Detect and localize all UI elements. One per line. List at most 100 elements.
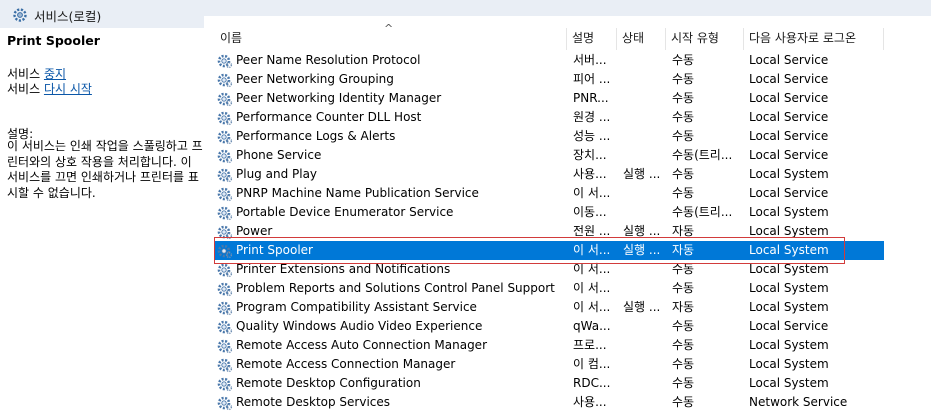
service-startup-type: 수동(트리...: [672, 148, 733, 162]
table-row[interactable]: Peer Name Resolution Protocol 서버... 수동 Loca…: [214, 51, 884, 70]
table-row[interactable]: Power 전원 ... 실행 ... 자동 Local System: [214, 222, 884, 241]
table-row[interactable]: Plug and Play 사용... 실행 ... 수동 Local System: [214, 165, 884, 184]
table-row[interactable]: Performance Logs & Alerts 성능 ... 수동 Local S…: [214, 127, 884, 146]
table-row[interactable]: Remote Access Auto Connection Manager 프로.…: [214, 336, 884, 355]
service-gear-icon: [217, 205, 233, 221]
column-startup-type[interactable]: 시작 유형: [665, 26, 743, 50]
service-name: PNRP Machine Name Publication Service: [236, 186, 479, 200]
service-gear-icon: [217, 376, 233, 392]
table-row[interactable]: Peer Networking Grouping 피어 ... 수동 Local Se…: [214, 70, 884, 89]
service-status: [623, 260, 668, 279]
service-log-on-as: Local Service: [749, 148, 829, 162]
service-name: Remote Desktop Configuration: [236, 376, 421, 390]
service-gear-icon: [217, 281, 233, 297]
service-gear-icon: [217, 110, 233, 126]
table-row[interactable]: Print Spooler 이 서... 실행 ... 자동 Local System: [214, 241, 884, 260]
service-log-on-as: Local System: [749, 243, 829, 257]
table-row[interactable]: Phone Service 장치... 수동(트리... Local Service: [214, 146, 884, 165]
service-status: 실행 ...: [623, 167, 661, 181]
service-description-cell: RDC...: [573, 376, 611, 390]
column-name[interactable]: 이름: [214, 26, 566, 50]
pane-title: 서비스(로컬): [34, 9, 102, 24]
service-startup-type: 수동: [672, 167, 695, 181]
service-log-on-as: Local System: [749, 167, 829, 181]
restart-action-line: 서비스 다시 시작: [7, 80, 92, 97]
service-gear-icon: [217, 148, 233, 164]
service-name: Remote Desktop Services: [236, 395, 391, 409]
service-name: Performance Logs & Alerts: [236, 129, 396, 143]
service-name: Plug and Play: [236, 167, 318, 181]
service-status: [623, 146, 668, 165]
service-status: 실행 ...: [623, 243, 661, 257]
service-name: Peer Networking Identity Manager: [236, 91, 442, 105]
service-gear-icon: [217, 357, 233, 373]
service-startup-type: 수동(트리...: [672, 205, 733, 219]
table-row[interactable]: Peer Networking Identity Manager PNR... 수동…: [214, 89, 884, 108]
service-startup-type: 수동: [672, 319, 695, 333]
service-status: [623, 51, 668, 70]
service-description-cell: 피어 ...: [573, 72, 611, 86]
table-row[interactable]: Portable Device Enumerator Service 이동... 수…: [214, 203, 884, 222]
table-row[interactable]: Quality Windows Audio Video Experience qW…: [214, 317, 884, 336]
selected-service-name: Print Spooler: [7, 33, 100, 48]
action-prefix: 서비스: [7, 82, 44, 96]
column-description[interactable]: 설명: [566, 26, 616, 50]
table-row[interactable]: Remote Desktop Configuration RDC... 수동 Loca…: [214, 374, 884, 393]
table-row[interactable]: Performance Counter DLL Host 원경 ... 수동 Loca…: [214, 108, 884, 127]
service-status: [623, 184, 668, 203]
service-log-on-as: Local System: [749, 205, 829, 219]
column-divider[interactable]: [883, 28, 884, 50]
table-row[interactable]: Program Compatibility Assistant Service 이…: [214, 298, 884, 317]
service-name: Print Spooler: [236, 243, 313, 257]
service-startup-type: 수동: [672, 72, 695, 86]
service-gear-icon: [217, 395, 233, 411]
service-description-cell: 사용...: [573, 167, 607, 181]
service-status: [623, 279, 668, 298]
service-gear-icon: [217, 224, 233, 240]
service-description-cell: 이 서...: [573, 262, 611, 276]
service-description-cell: 이 서...: [573, 243, 611, 257]
service-startup-type: 자동: [672, 243, 695, 257]
service-description-cell: 전원 ...: [573, 224, 611, 238]
column-log-on-as[interactable]: 다음 사용자로 로그온: [743, 26, 883, 50]
service-name: Problem Reports and Solutions Control Pa…: [236, 281, 555, 295]
service-startup-type: 수동: [672, 129, 695, 143]
table-row[interactable]: Printer Extensions and Notifications 이 서.…: [214, 260, 884, 279]
service-status: [623, 355, 668, 374]
service-description-cell: 이 컴...: [573, 357, 611, 371]
service-gear-icon: [217, 300, 233, 316]
restart-service-link[interactable]: 다시 시작: [44, 82, 92, 96]
column-header: ^ 이름 설명 상태 시작 유형 다음 사용자로 로그온: [214, 22, 884, 50]
service-description-cell: 원경 ...: [573, 110, 611, 124]
column-status[interactable]: 상태: [616, 26, 666, 50]
service-name: Program Compatibility Assistant Service: [236, 300, 477, 314]
service-status: [623, 70, 668, 89]
service-gear-icon: [217, 262, 233, 278]
service-name: Peer Networking Grouping: [236, 72, 394, 86]
service-description-cell: 이 서...: [573, 186, 611, 200]
table-row[interactable]: Problem Reports and Solutions Control Pa…: [214, 279, 884, 298]
stop-service-link[interactable]: 중지: [44, 67, 66, 81]
service-description-cell: 성능 ...: [573, 129, 611, 143]
service-gear-icon: [217, 53, 233, 69]
service-description-cell: 사용...: [573, 395, 607, 409]
service-startup-type: 수동: [672, 357, 695, 371]
table-row[interactable]: Remote Desktop Services 사용... 수동 Network Se…: [214, 393, 884, 412]
extended-description-pane: Print Spooler 서비스 중지 서비스 다시 시작 설명: 이 서비스…: [0, 28, 205, 415]
service-log-on-as: Local Service: [749, 110, 829, 124]
service-status: [623, 336, 668, 355]
service-description-cell: PNR...: [573, 91, 609, 105]
table-row[interactable]: PNRP Machine Name Publication Service 이 서…: [214, 184, 884, 203]
service-name: Printer Extensions and Notifications: [236, 262, 451, 276]
service-gear-icon: [217, 186, 233, 202]
service-status: 실행 ...: [623, 224, 661, 238]
service-status: 실행 ...: [623, 300, 661, 314]
service-description-cell: 이동...: [573, 205, 607, 219]
service-log-on-as: Local Service: [749, 91, 829, 105]
service-startup-type: 자동: [672, 224, 695, 238]
service-log-on-as: Local Service: [749, 129, 829, 143]
table-row[interactable]: Remote Access Connection Manager 이 컴... 수동…: [214, 355, 884, 374]
service-log-on-as: Local Service: [749, 72, 829, 86]
service-status: [623, 374, 668, 393]
service-log-on-as: Network Service: [749, 395, 848, 409]
